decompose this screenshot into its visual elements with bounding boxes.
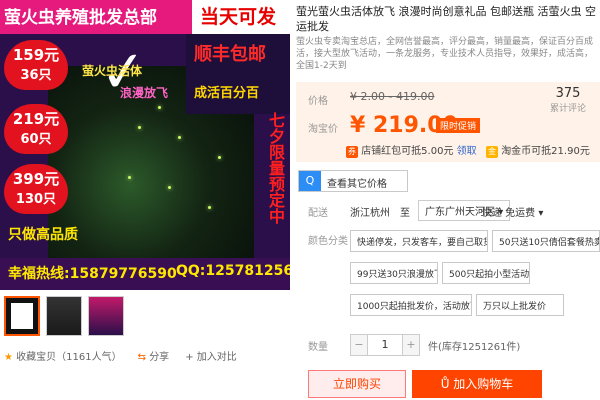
firefly-dot xyxy=(218,156,221,159)
coupon-claim-link[interactable]: 领取 xyxy=(457,146,477,157)
shipping-label: 配送 xyxy=(308,208,328,219)
firefly-dot xyxy=(178,136,181,139)
survival-rate-text: 成活百分百 xyxy=(194,86,260,101)
sku-option[interactable]: 50只送10只倩侣套餐热卖款 xyxy=(492,230,600,252)
star-icon: ★ xyxy=(4,352,13,363)
firefly-dot xyxy=(168,186,171,189)
tb-coin-promo: 金 淘金币可抵21.90元 xyxy=(486,142,590,158)
sf-free-ship-block: 顺丰包邮 成活百分百 xyxy=(186,34,290,114)
qixi-text: 七夕限量预定中 xyxy=(266,112,285,224)
limited-promo-badge: 限时促销 xyxy=(436,118,481,133)
share-link[interactable]: ⇆ 分享 xyxy=(138,348,170,363)
thumbnail-strip xyxy=(4,296,124,336)
stock-note: 件(库存1251261件) xyxy=(428,342,521,353)
sku-option[interactable]: 1000只起拍批发价，活动放飞 xyxy=(350,294,472,316)
tb-coin-text: 淘金币可抵21.90元 xyxy=(501,146,590,157)
product-title: 萤光萤火虫活体放飞 浪漫时尚创意礼品 包邮送瓶 活萤火虫 空运批发 xyxy=(296,5,596,33)
quantity-label: 数量 xyxy=(308,342,328,353)
buy-now-button[interactable]: 立即购买 xyxy=(308,370,406,398)
sku-option[interactable]: 万只以上批发价 xyxy=(476,294,564,316)
thumbnail-1[interactable] xyxy=(4,296,40,336)
shipping-fee[interactable]: 快递 免运费 ▾ xyxy=(482,204,543,219)
firefly-dot xyxy=(138,126,141,129)
compare-link[interactable]: + 加入对比 xyxy=(185,348,237,363)
review-label: 累计评论 xyxy=(549,104,586,114)
heart-price: 219元 xyxy=(12,110,60,128)
thumbnail-2[interactable] xyxy=(46,296,82,336)
firefly-label: 萤火虫活体 xyxy=(82,64,143,78)
favorite-link[interactable]: ★ 收藏宝贝（1161人气） xyxy=(4,348,122,363)
orig-price-label: 价格 xyxy=(308,96,328,107)
compare-price-button[interactable]: Q 查看其它价格 xyxy=(298,170,408,192)
hotline-text: 幸福热线:15879776590 xyxy=(8,266,177,282)
same-day-text: 当天可发 xyxy=(200,6,277,28)
share-icon: ⇆ xyxy=(137,352,146,363)
coupon-icon: 券 xyxy=(346,146,358,158)
same-day-block: 当天可发 xyxy=(192,0,290,34)
quantity-stepper[interactable]: − 1 + xyxy=(350,334,420,356)
favorite-label: 收藏宝贝（1161人气） xyxy=(16,352,122,363)
banner-title-block: 萤火虫养殖批发总部 xyxy=(0,0,192,34)
shipping-fee-text: 快递 免运费 xyxy=(482,208,536,219)
firefly-dot xyxy=(158,106,161,109)
banner-title: 萤火虫养殖批发总部 xyxy=(4,8,157,28)
ship-from: 浙江杭州 xyxy=(350,208,390,219)
review-summary[interactable]: 375 累计评论 xyxy=(550,86,586,114)
hotline-bar: 幸福热线:15879776590 QQ:1257812566 xyxy=(0,258,290,290)
chevron-down-icon: ▾ xyxy=(538,208,544,219)
firefly-dot xyxy=(208,206,211,209)
sku-option[interactable]: 99只送30只浪漫放飞 xyxy=(350,262,438,284)
plus-icon: + xyxy=(185,352,194,363)
image-actions: ★ 收藏宝贝（1161人气） ⇆ 分享 + 加入对比 xyxy=(4,348,237,363)
heart-price: 399元 xyxy=(12,170,60,188)
coin-icon: 金 xyxy=(486,146,498,158)
firefly-dot xyxy=(128,176,131,179)
main-product-image[interactable]: 萤火虫养殖批发总部 当天可发 顺丰包邮 成活百分百 ✓ 萤火虫活体 浪漫放飞 1… xyxy=(0,0,290,290)
decrement-button[interactable]: − xyxy=(351,335,367,355)
thumbnail-3[interactable] xyxy=(88,296,124,336)
ship-to-word: 至 xyxy=(400,208,410,219)
qq-text: QQ:1257812566 xyxy=(176,263,290,279)
coupon-promo: 券 店铺红包可抵5.00元 领取 xyxy=(346,142,477,158)
compare-label: 加入对比 xyxy=(196,352,237,363)
increment-button[interactable]: + xyxy=(403,335,419,355)
review-count: 375 xyxy=(555,86,581,101)
heart-price: 159元 xyxy=(12,46,60,64)
orig-price: ¥ 2.00 - 419.00 xyxy=(350,90,435,103)
heart-qty: 60只 xyxy=(20,132,52,147)
price-heart: 219元 60只 xyxy=(4,104,68,154)
quality-text: 只做高品质 xyxy=(8,227,78,243)
price-heart: 159元 36只 xyxy=(4,40,68,90)
sku-option[interactable]: 快递停发，只发客车，要自己取货 xyxy=(350,230,488,252)
sf-free-ship-text: 顺丰包邮 xyxy=(194,44,266,65)
price-heart: 399元 130只 xyxy=(4,164,68,214)
heart-qty: 130只 xyxy=(15,192,57,207)
coupon-text: 店铺红包可抵5.00元 xyxy=(361,146,454,157)
color-option-label: 颜色分类 xyxy=(308,236,348,247)
sku-option[interactable]: 500只起拍小型活动 xyxy=(442,262,530,284)
sale-price-label: 淘宝价 xyxy=(308,124,338,135)
heart-qty: 36只 xyxy=(20,68,52,83)
share-label: 分享 xyxy=(149,352,170,363)
q-logo-icon: Q xyxy=(299,171,321,191)
product-subtitle: 萤火虫专卖淘宝总店，全网信誉最高，评分最高，销量最高，保证百分百成活，接大型放飞… xyxy=(296,37,594,71)
quantity-value[interactable]: 1 xyxy=(367,335,403,355)
compare-price-label: 查看其它价格 xyxy=(327,179,387,190)
add-to-cart-button[interactable]: Ů 加入购物车 xyxy=(412,370,542,398)
romantic-label: 浪漫放飞 xyxy=(120,86,169,100)
